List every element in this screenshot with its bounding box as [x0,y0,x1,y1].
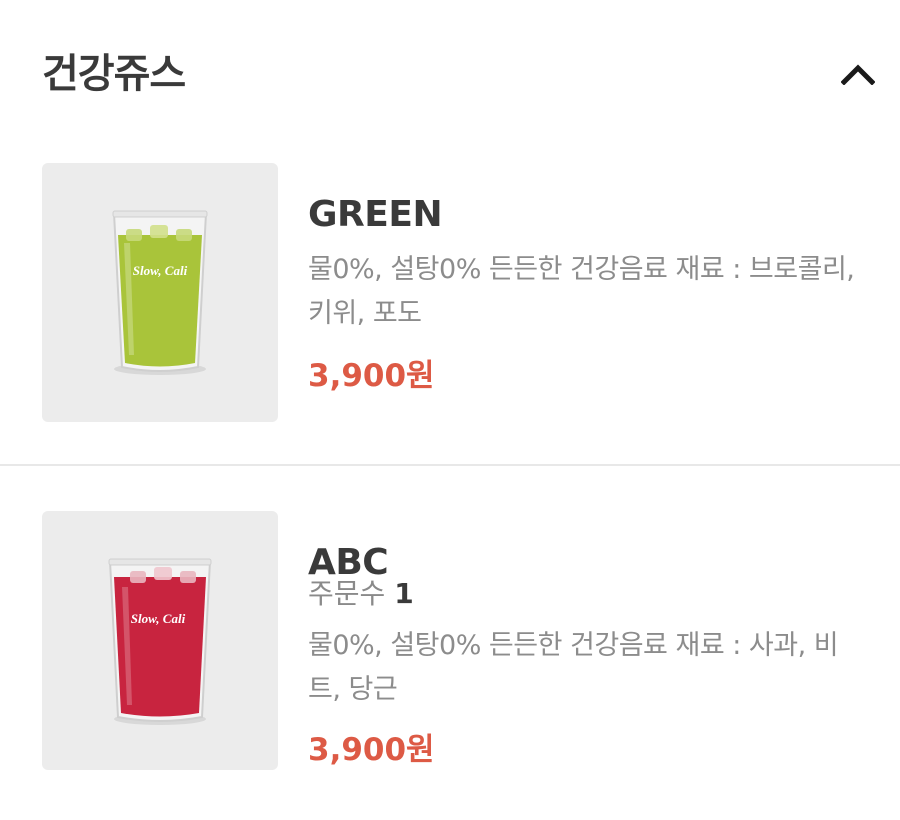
item-description: 물0%, 설탕0% 든든한 건강음료 재료 : 사과, 비트, 당근 [308,630,839,705]
product-image: Slow, Cali [42,163,278,422]
collapse-toggle-button[interactable] [834,52,882,96]
brand-logo: Slow, Cali [131,611,186,626]
order-count: 주문수 1 [308,574,414,614]
order-count-label: 주문수 [308,577,395,610]
item-price: 3,900원 [308,732,435,768]
menu-item-abc[interactable]: Slow, Cali ABC 주문수 1 물0%, 설탕0% 든든한 건강음료 … [0,510,900,810]
order-count-value: 1 [394,577,414,610]
menu-item-green[interactable]: Slow, Cali GREEN 물0%, 설탕0% 든든한 건강음료 재료 :… [0,162,900,464]
product-image: Slow, Cali [42,511,278,770]
section-title: 건강쥬스 [42,51,186,97]
chevron-up-icon [841,64,875,85]
divider [0,464,900,466]
section-header: 건강쥬스 [0,0,900,150]
brand-logo: Slow, Cali [133,263,188,278]
item-description: 물0%, 설탕0% 든든한 건강음료 재료 : 브로콜리, 키위, 포도 [308,254,855,329]
item-price: 3,900원 [308,358,435,394]
item-name: GREEN [308,194,443,235]
